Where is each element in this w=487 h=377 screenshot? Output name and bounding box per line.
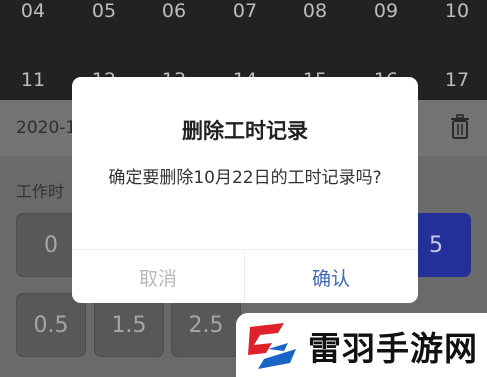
watermark-text: 雷羽手游网 [308,329,478,368]
site-logo-icon [248,323,296,369]
dialog-message: 确定要删除10月22日的工时记录吗? [108,168,382,188]
cancel-button[interactable]: 取消 [72,250,245,303]
dialog-title: 删除工时记录 [182,119,308,143]
watermark: 雷羽手游网 [236,313,487,377]
confirm-button[interactable]: 确认 [245,250,417,303]
delete-confirm-dialog: 删除工时记录 确定要删除10月22日的工时记录吗? 取消 确认 [72,77,418,303]
dialog-actions: 取消 确认 [72,249,418,303]
